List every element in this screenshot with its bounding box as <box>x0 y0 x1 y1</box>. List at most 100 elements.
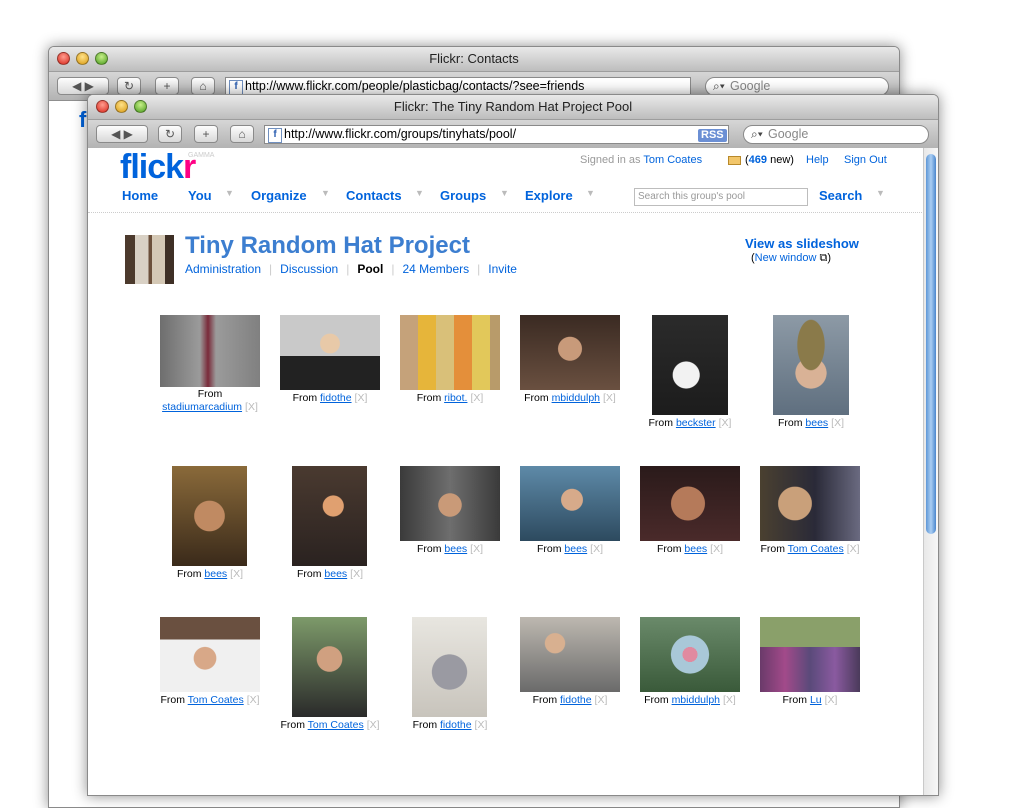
caption-user-link[interactable]: bees <box>324 568 347 580</box>
caption-user-link[interactable]: Tom Coates <box>188 694 244 706</box>
caption-user-link[interactable]: beckster <box>676 417 716 429</box>
caption-user-link[interactable]: stadiumarcadium <box>162 401 242 413</box>
nav-you[interactable]: You <box>188 188 212 203</box>
caption-user-link[interactable]: Tom Coates <box>308 719 364 731</box>
nav-you-dropdown-icon[interactable]: ▼ <box>225 188 234 198</box>
title-bar[interactable]: Flickr: Contacts <box>49 47 899 72</box>
google-search-field[interactable]: ⌕▾ Google <box>743 125 929 144</box>
remove-photo-link[interactable]: [X] <box>470 392 483 404</box>
home-button[interactable]: ⌂ <box>230 125 254 143</box>
photo-thumbnail[interactable] <box>412 617 487 717</box>
remove-photo-link[interactable]: [X] <box>723 694 736 706</box>
nav-groups[interactable]: Groups <box>440 188 486 203</box>
search-dropdown-icon[interactable]: ▼ <box>876 188 885 198</box>
nav-organize[interactable]: Organize <box>251 188 307 203</box>
photo-thumbnail[interactable] <box>292 617 367 717</box>
photo-thumbnail[interactable] <box>520 315 620 390</box>
photo-thumbnail[interactable] <box>652 315 728 415</box>
remove-photo-link[interactable]: [X] <box>595 694 608 706</box>
user-link[interactable]: Tom Coates <box>643 154 702 166</box>
nav-organize-dropdown-icon[interactable]: ▼ <box>321 188 330 198</box>
group-icon[interactable] <box>125 235 174 284</box>
nav-explore-dropdown-icon[interactable]: ▼ <box>586 188 595 198</box>
new-window-link[interactable]: New window <box>755 252 817 264</box>
group-link-members[interactable]: 24 Members <box>402 262 469 276</box>
scrollbar-thumb[interactable] <box>926 154 936 534</box>
remove-photo-link[interactable]: [X] <box>247 694 260 706</box>
remove-photo-link[interactable]: [X] <box>831 417 844 429</box>
caption-from: From <box>644 694 669 706</box>
mail-count[interactable]: (469 new) <box>745 154 794 166</box>
caption-user-link[interactable]: ribot. <box>444 392 467 404</box>
title-bar[interactable]: Flickr: The Tiny Random Hat Project Pool <box>88 95 938 120</box>
photo-thumbnail[interactable] <box>760 617 860 692</box>
nav-contacts-dropdown-icon[interactable]: ▼ <box>415 188 424 198</box>
photo-thumbnail[interactable] <box>292 466 367 566</box>
reload-button[interactable]: ↻ <box>117 77 141 95</box>
home-button[interactable]: ⌂ <box>191 77 215 95</box>
nav-explore[interactable]: Explore <box>525 188 573 203</box>
caption-user-link[interactable]: mbiddulph <box>552 392 600 404</box>
group-link-invite[interactable]: Invite <box>488 262 517 276</box>
add-bookmark-button[interactable]: + <box>194 125 218 143</box>
photo-thumbnail[interactable] <box>760 466 860 541</box>
photo-thumbnail[interactable] <box>520 617 620 692</box>
photo-thumbnail[interactable] <box>640 617 740 692</box>
remove-photo-link[interactable]: [X] <box>355 392 368 404</box>
remove-photo-link[interactable]: [X] <box>603 392 616 404</box>
remove-photo-link[interactable]: [X] <box>719 417 732 429</box>
help-link[interactable]: Help <box>806 154 829 166</box>
caption-user-link[interactable]: bees <box>204 568 227 580</box>
caption-user-link[interactable]: bees <box>684 543 707 555</box>
caption-user-link[interactable]: fidothe <box>440 719 472 731</box>
remove-photo-link[interactable]: [X] <box>470 543 483 555</box>
reload-button[interactable]: ↻ <box>158 125 182 143</box>
remove-photo-link[interactable]: [X] <box>245 401 258 413</box>
nav-contacts[interactable]: Contacts <box>346 188 402 203</box>
photo-thumbnail[interactable] <box>640 466 740 541</box>
nav-groups-dropdown-icon[interactable]: ▼ <box>500 188 509 198</box>
caption-user-link[interactable]: Lu <box>810 694 822 706</box>
remove-photo-link[interactable]: [X] <box>590 543 603 555</box>
window-title: Flickr: The Tiny Random Hat Project Pool <box>393 99 633 114</box>
group-title[interactable]: Tiny Random Hat Project <box>185 232 470 260</box>
photo-thumbnail[interactable] <box>172 466 247 566</box>
back-forward-button[interactable]: ◀ ▶ <box>96 125 148 143</box>
vertical-scrollbar[interactable] <box>923 148 938 795</box>
remove-photo-link[interactable]: [X] <box>367 719 380 731</box>
caption-user-link[interactable]: mbiddulph <box>672 694 720 706</box>
caption-user-link[interactable]: bees <box>444 543 467 555</box>
mail-icon[interactable] <box>728 156 741 165</box>
caption-user-link[interactable]: bees <box>564 543 587 555</box>
photo-thumbnail[interactable] <box>400 466 500 541</box>
group-link-discussion[interactable]: Discussion <box>280 262 338 276</box>
remove-photo-link[interactable]: [X] <box>825 694 838 706</box>
back-forward-button[interactable]: ◀ ▶ <box>57 77 109 95</box>
flickr-logo[interactable]: flickr <box>120 148 196 187</box>
sign-out-link[interactable]: Sign Out <box>844 154 887 166</box>
caption-user-link[interactable]: fidothe <box>320 392 352 404</box>
photo-thumbnail[interactable] <box>280 315 380 390</box>
photo-thumbnail[interactable] <box>773 315 849 415</box>
remove-photo-link[interactable]: [X] <box>847 543 860 555</box>
remove-photo-link[interactable]: [X] <box>475 719 488 731</box>
group-link-administration[interactable]: Administration <box>185 262 261 276</box>
view-as-slideshow-link[interactable]: View as slideshow <box>745 236 859 251</box>
photo-thumbnail[interactable] <box>400 315 500 390</box>
photo-thumbnail[interactable] <box>160 617 260 692</box>
caption-user-link[interactable]: fidothe <box>560 694 592 706</box>
nav-home[interactable]: Home <box>122 188 158 203</box>
rss-badge[interactable]: RSS <box>698 129 727 142</box>
caption-user-link[interactable]: Tom Coates <box>788 543 844 555</box>
search-button[interactable]: Search <box>819 188 862 203</box>
add-bookmark-button[interactable]: + <box>155 77 179 95</box>
remove-photo-link[interactable]: [X] <box>710 543 723 555</box>
address-bar[interactable]: f http://www.flickr.com/groups/tinyhats/… <box>264 125 729 144</box>
caption-user-link[interactable]: bees <box>805 417 828 429</box>
group-pool-search-input[interactable]: Search this group's pool <box>634 188 808 206</box>
remove-photo-link[interactable]: [X] <box>350 568 363 580</box>
photo-thumbnail[interactable] <box>160 315 260 387</box>
photo-thumbnail[interactable] <box>520 466 620 541</box>
foreground-browser-window[interactable]: Flickr: The Tiny Random Hat Project Pool… <box>87 94 939 796</box>
remove-photo-link[interactable]: [X] <box>230 568 243 580</box>
